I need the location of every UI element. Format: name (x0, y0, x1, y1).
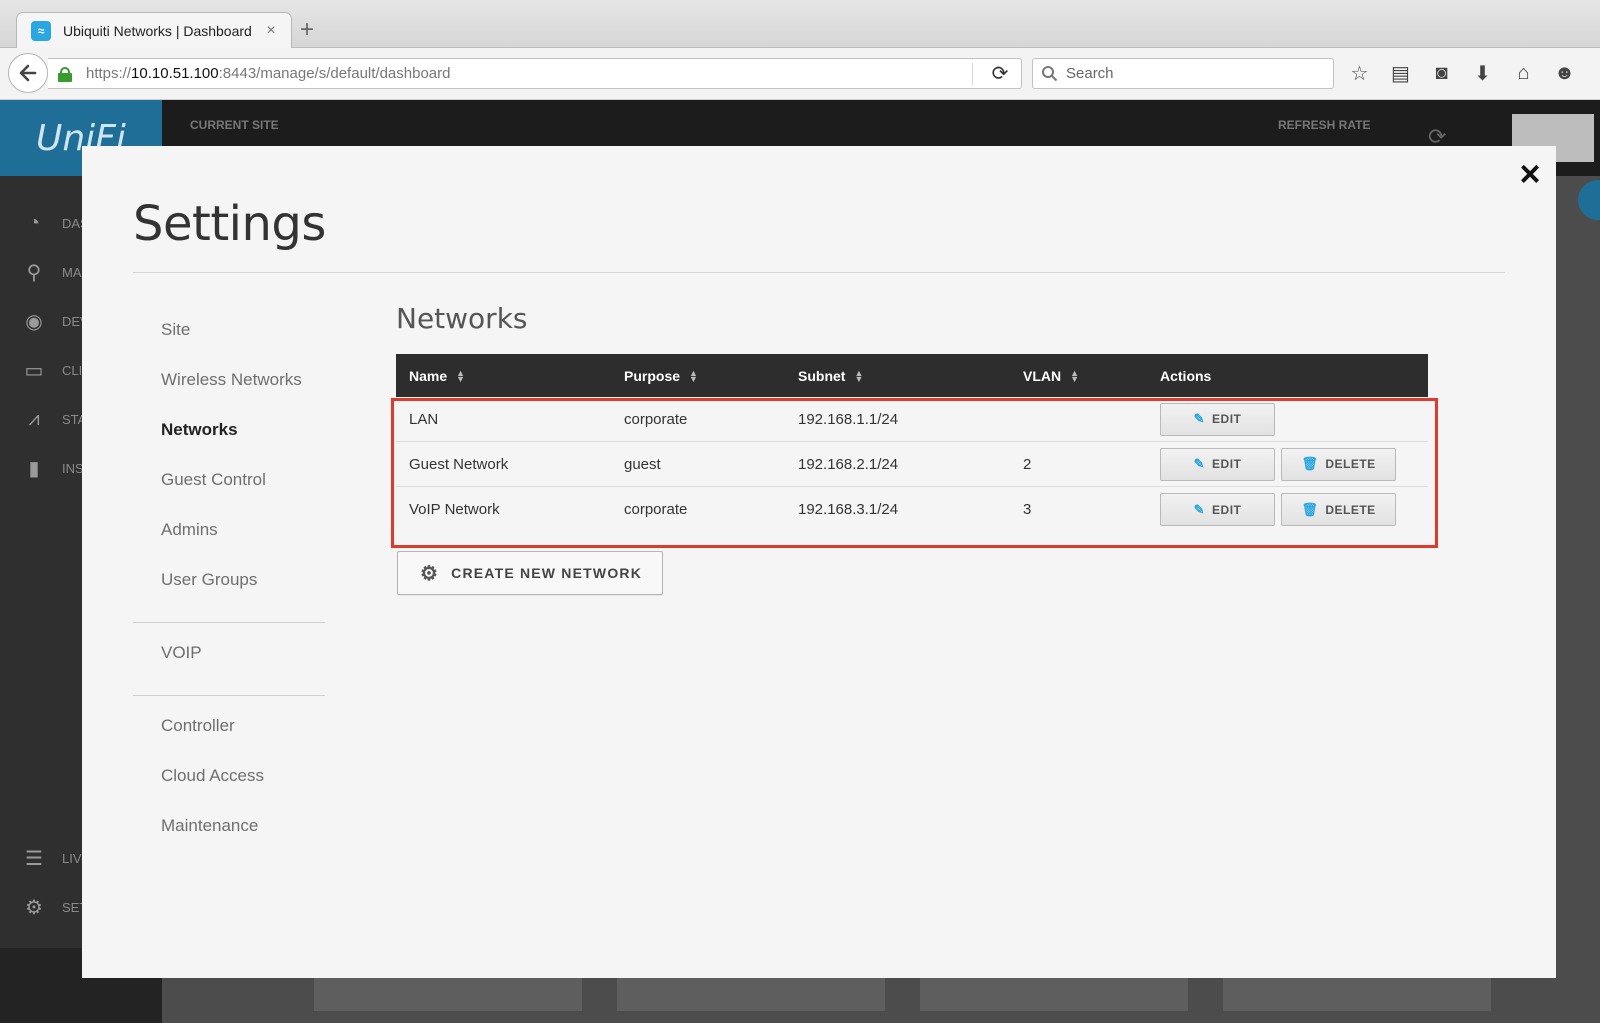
settings-nav-wireless-networks[interactable]: Wireless Networks (161, 370, 302, 390)
settings-nav-user-groups[interactable]: User Groups (161, 570, 257, 590)
chat-icon[interactable]: ☻ (1551, 58, 1578, 88)
back-button[interactable] (8, 53, 48, 93)
url-separator (972, 62, 973, 85)
gear-icon: ⚙ (420, 562, 440, 585)
lock-icon (58, 66, 72, 82)
home-icon[interactable]: ⌂ (1510, 58, 1537, 88)
table-header: Name ▲ ▼ Purpose ▲ ▼ Subnet ▲ ▼ VLAN ▲ ▼ Actions (396, 354, 1428, 397)
settings-modal (82, 146, 1556, 978)
star-icon[interactable]: ☆ (1346, 58, 1373, 88)
sort-icon: ▲ ▼ (1070, 367, 1080, 384)
dashboard-card (920, 975, 1188, 1011)
reload-icon[interactable]: ⟳ (985, 61, 1015, 86)
dashboard-icon: ◔ (27, 211, 41, 234)
column-header-vlan[interactable]: VLAN ▲ ▼ (1023, 368, 1160, 384)
settings-nav-guest-control[interactable]: Guest Control (161, 470, 266, 490)
laptop-icon: ▭ (24, 359, 44, 382)
refresh-rate-label: REFRESH RATE (1278, 118, 1371, 132)
bar-chart-icon: ▮ (28, 457, 40, 480)
sort-icon: ▲ ▼ (689, 367, 698, 384)
new-tab-button[interactable]: + (300, 16, 314, 44)
column-header-purpose[interactable]: Purpose ▲ ▼ (624, 368, 798, 384)
section-title: Networks (396, 302, 528, 335)
pocket-icon[interactable]: ◙ (1428, 58, 1455, 88)
divider (133, 272, 1505, 273)
devices-icon: ◉ (25, 310, 43, 333)
ubiquiti-favicon-icon: ≈ (31, 21, 51, 41)
reading-list-icon[interactable]: ▤ (1387, 58, 1414, 88)
settings-nav-networks[interactable]: Networks (161, 420, 238, 440)
tab-title: Ubiquiti Networks | Dashboard (63, 23, 252, 39)
chat-bubbles-icon: ☰ (25, 847, 43, 870)
url-bar[interactable]: https://10.10.51.100:8443/manage/s/defau… (48, 58, 1022, 89)
browser-tab-bar: ≈ Ubiquiti Networks | Dashboard × + (0, 0, 1600, 49)
column-header-actions: Actions (1160, 367, 1212, 384)
settings-nav-voip[interactable]: VOIP (161, 643, 202, 663)
dashboard-card (314, 975, 582, 1011)
browser-nav-bar: https://10.10.51.100:8443/manage/s/defau… (0, 48, 1600, 100)
settings-nav-controller[interactable]: Controller (161, 716, 235, 736)
highlight-box (391, 398, 1438, 548)
tab-close-icon[interactable]: × (263, 22, 279, 40)
dashboard-card (617, 975, 885, 1011)
search-bar[interactable]: Search (1032, 58, 1334, 89)
column-header-subnet[interactable]: Subnet ▲ ▼ (798, 368, 1023, 384)
browser-toolbar: ☆ ▤ ◙ ⬇ ⌂ ☻ (1346, 58, 1578, 88)
sort-icon: ▲ ▼ (854, 367, 864, 384)
current-site-label: CURRENT SITE (190, 118, 279, 132)
back-arrow-icon (19, 64, 37, 82)
url-text[interactable]: https://10.10.51.100:8443/manage/s/defau… (86, 65, 972, 82)
line-chart-icon: ⩘ (28, 407, 40, 430)
nav-divider (133, 695, 325, 696)
search-placeholder: Search (1066, 65, 1114, 82)
dashboard-card (1223, 975, 1491, 1011)
close-icon[interactable]: × (1512, 156, 1548, 192)
sort-icon: ▲ ▼ (456, 367, 466, 384)
map-pin-icon: ⚲ (26, 261, 42, 284)
search-icon (1042, 66, 1058, 82)
page-title: Settings (133, 196, 326, 252)
settings-nav-admins[interactable]: Admins (161, 520, 218, 540)
column-header-name[interactable]: Name ▲ ▼ (396, 368, 624, 384)
download-icon[interactable]: ⬇ (1469, 58, 1496, 88)
browser-tab[interactable]: ≈ Ubiquiti Networks | Dashboard × (16, 12, 292, 49)
create-new-network-button[interactable]: ⚙ CREATE NEW NETWORK (397, 551, 663, 595)
settings-nav-maintenance[interactable]: Maintenance (161, 816, 258, 836)
settings-nav-site[interactable]: Site (161, 320, 190, 340)
settings-nav-cloud-access[interactable]: Cloud Access (161, 766, 264, 786)
nav-divider (133, 622, 325, 623)
gear-icon: ⚙ (25, 896, 43, 919)
